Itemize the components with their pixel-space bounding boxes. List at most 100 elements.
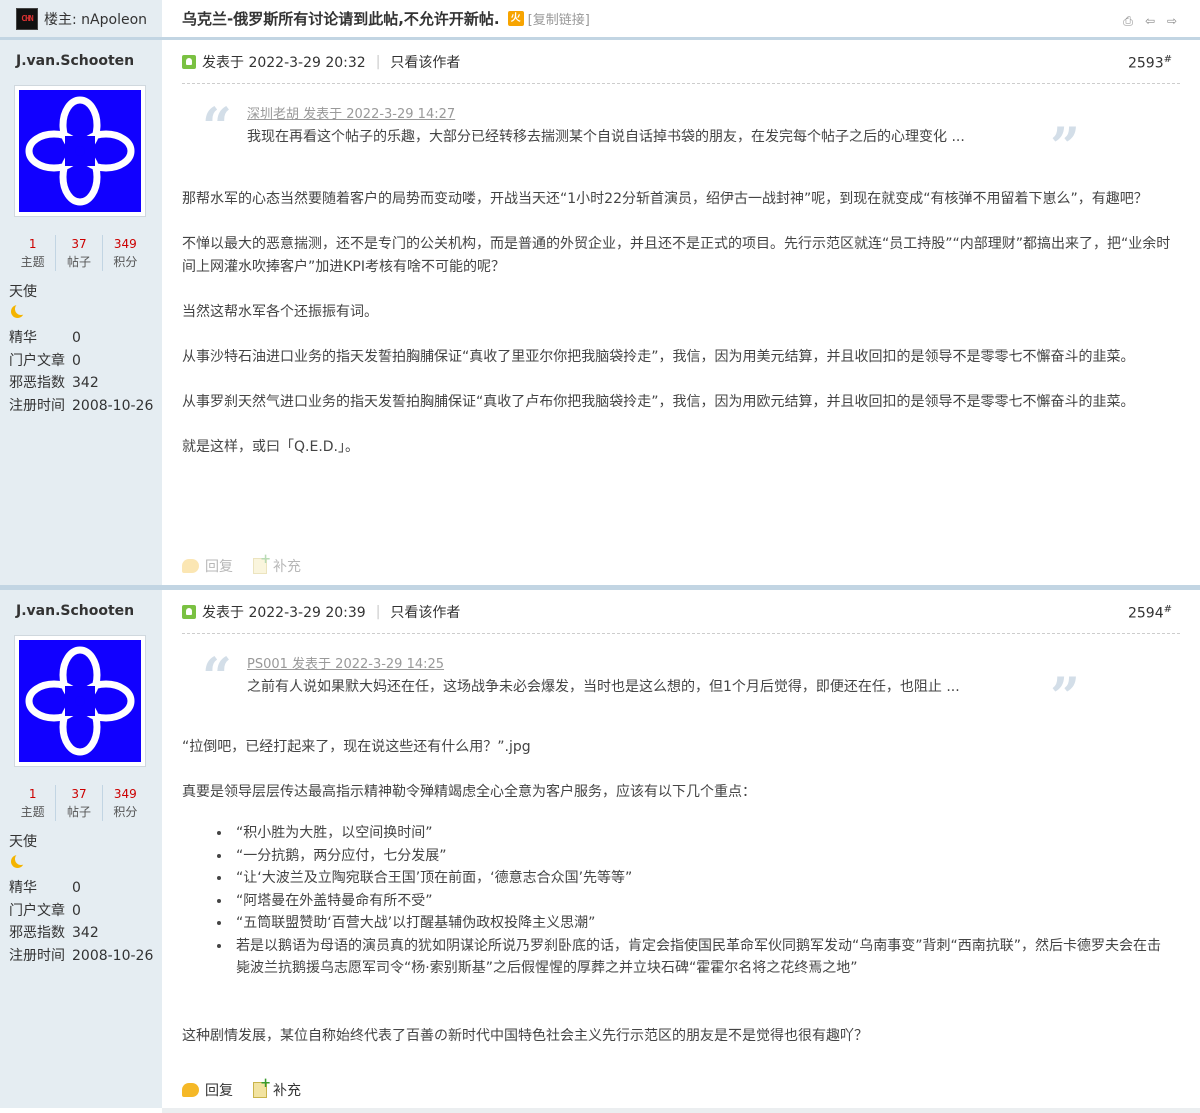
post-paragraph: 就是这样，或曰「Q.E.D.」。: [182, 438, 359, 455]
profile-key: 注册时间: [9, 397, 65, 414]
quote-block: “ PS001 发表于 2022-3-29 14:25 之前有人说如果默大妈还在…: [202, 647, 1180, 724]
profile-row: 邪恶指数 342: [9, 372, 162, 395]
supplement-label: 补充: [273, 1083, 301, 1099]
thread-header: CHN 楼主: nApoleon 乌克兰-俄罗斯所有讨论请到此帖,不允许开新帖.…: [0, 0, 1200, 40]
quote-source-link[interactable]: 深圳老胡 发表于 2022-3-29 14:27: [247, 104, 1180, 126]
quote-text: 之前有人说如果默大妈还在任，这场战争未必会爆发，当时也是这么想的，但1个月后觉得…: [247, 679, 960, 695]
prev-thread-icon[interactable]: ⇦: [1142, 14, 1158, 28]
floor-number[interactable]: 2593#: [1128, 54, 1172, 72]
avatar-frame[interactable]: [14, 85, 146, 217]
reply-label: 回复: [205, 559, 233, 575]
title-tools: ⎙ ⇦ ⇨: [1120, 14, 1180, 28]
post-paragraph: 从事沙特石油进口业务的指天发誓拍胸脯保证“真收了里亚尔你把我脑袋拎走”，我信，因…: [182, 348, 1135, 365]
profile-key: 精华: [9, 880, 37, 896]
profile-value: 0: [72, 880, 81, 896]
supplement-button[interactable]: 补充: [253, 552, 301, 576]
list-item: “五筒联盟赞助‘百营大战’以打醒基辅伪政权投降主义思潮”: [232, 912, 1174, 935]
online-status-icon: [182, 604, 196, 619]
profile-key: 邪恶指数: [9, 375, 65, 391]
post-actions: 回复 补充: [182, 1076, 301, 1100]
hot-badge: 火: [507, 11, 524, 26]
only-author-link[interactable]: 只看该作者: [390, 602, 460, 622]
quote-source-link[interactable]: PS001 发表于 2022-3-29 14:25: [247, 654, 1180, 676]
author-stats: 1 主题 37 帖子 349 积分: [10, 785, 148, 821]
owner-icon-text: CHN: [21, 14, 33, 23]
avatar[interactable]: [19, 640, 141, 762]
reply-icon: [182, 559, 199, 573]
list-item: “让‘大波兰及立陶宛联合王国’顶在前面，‘德意志合众国’先等等”: [232, 867, 1174, 890]
author-name[interactable]: J.van.Schooten: [0, 50, 162, 72]
print-icon[interactable]: ⎙: [1120, 14, 1136, 28]
supplement-icon: [253, 1076, 271, 1098]
profile-key: 门户文章: [9, 352, 65, 369]
supplement-button[interactable]: 补充: [253, 1076, 301, 1100]
stat-points[interactable]: 349 积分: [103, 235, 148, 271]
reply-button[interactable]: 回复: [182, 1080, 233, 1100]
avatar[interactable]: [19, 90, 141, 212]
key-points-list: “积小胜为大胜，以空间换时间” “一分抗鹅，两分应付，七分发展” “让‘大波兰及…: [232, 822, 1174, 980]
post-meta: 发表于 2022-3-29 20:39 | 只看该作者 2594#: [182, 590, 1180, 634]
profile-key: 精华: [9, 330, 37, 346]
stat-points[interactable]: 349 积分: [103, 785, 148, 821]
post-date: 发表于 2022-3-29 20:39: [202, 604, 366, 621]
author-sidebar: J.van.Schooten 1 主题 37 帖子 349 积分 天使 精华 0…: [0, 40, 162, 585]
stat-label: 主题: [20, 255, 45, 269]
profile-value: 2008-10-26: [72, 397, 154, 414]
profile-row: 邪恶指数 342: [9, 922, 162, 945]
author-stats: 1 主题 37 帖子 349 积分: [10, 235, 148, 271]
thread-owner: CHN 楼主: nApoleon: [0, 0, 162, 40]
post-paragraph: “拉倒吧，已经打起来了，现在说这些还有什么用？”.jpg: [182, 739, 531, 755]
profile-row: 注册时间 2008-10-26: [9, 945, 162, 968]
profile-row: 门户文章 0: [9, 900, 162, 923]
post-content: 发表于 2022-3-29 20:32 | 只看该作者 2593# “ 深圳老胡…: [162, 40, 1200, 585]
quote-block: “ 深圳老胡 发表于 2022-3-29 14:27 我现在再看这个帖子的乐趣，…: [202, 97, 1180, 174]
stat-label: 帖子: [66, 255, 91, 269]
stat-num: 349: [113, 787, 137, 801]
only-author-link[interactable]: 只看该作者: [390, 52, 460, 72]
list-item: “一分抗鹅，两分应付，七分发展”: [232, 845, 1174, 868]
close-quote-icon: ”: [1050, 117, 1080, 178]
clover-avatar-icon: [25, 96, 135, 206]
profile-value: 2008-10-26: [72, 947, 154, 964]
next-thread-icon[interactable]: ⇨: [1164, 14, 1180, 28]
reply-label: 回复: [205, 1083, 233, 1099]
stat-posts[interactable]: 37 帖子: [56, 785, 103, 821]
moon-icon: [9, 853, 27, 871]
clover-avatar-icon: [25, 646, 135, 756]
floor-value: 2594: [1127, 605, 1164, 622]
avatar-frame[interactable]: [14, 635, 146, 767]
stat-num: 1: [28, 237, 37, 251]
stat-num: 37: [71, 237, 87, 251]
post-meta: 发表于 2022-3-29 20:32 | 只看该作者 2593#: [182, 40, 1180, 84]
moon-icon: [9, 303, 27, 321]
post-body: 那帮水军的心态当然要随着客户的局势而变动喽，开战当天还“1小时22分斩首演员，绍…: [182, 188, 1180, 458]
post-body: “拉倒吧，已经打起来了，现在说这些还有什么用？”.jpg 真要是领导层层传达最高…: [182, 736, 1180, 1047]
stat-label: 帖子: [66, 805, 91, 819]
stat-num: 1: [28, 787, 37, 801]
stat-posts[interactable]: 37 帖子: [56, 235, 103, 271]
stat-label: 主题: [20, 805, 45, 819]
meta-divider: |: [375, 53, 381, 70]
stat-threads[interactable]: 1 主题: [10, 785, 57, 821]
list-item: “积小胜为大胜，以空间换时间”: [232, 822, 1174, 845]
stat-threads[interactable]: 1 主题: [10, 235, 57, 271]
reply-button[interactable]: 回复: [182, 556, 233, 576]
author-name[interactable]: J.van.Schooten: [0, 600, 162, 622]
post-bottom-border: [162, 1108, 1200, 1113]
open-quote-icon: “: [202, 97, 232, 158]
profile-value: 0: [72, 330, 81, 346]
open-quote-icon: “: [202, 647, 232, 708]
stat-num: 37: [71, 787, 87, 801]
floor-number[interactable]: 2594#: [1128, 604, 1172, 622]
stat-label: 积分: [113, 805, 138, 819]
online-status-icon: [182, 54, 196, 69]
post-paragraph: 真要是领导层层传达最高指示精神勒令殚精竭虑全心全意为客户服务，应该有以下几个重点…: [182, 784, 756, 800]
supplement-icon: [253, 552, 271, 574]
post-2593: J.van.Schooten 1 主题 37 帖子 349 积分 天使 精华 0…: [0, 40, 1200, 585]
copy-link-button[interactable]: [复制链接]: [528, 9, 590, 28]
author-rank: 天使: [9, 834, 37, 850]
profile-value: 0: [72, 902, 81, 919]
thread-title: 乌克兰-俄罗斯所有讨论请到此帖,不允许开新帖.: [182, 10, 500, 28]
post-paragraph: 那帮水军的心态当然要随着客户的局势而变动喽，开战当天还“1小时22分斩首演员，绍…: [182, 191, 1148, 207]
stat-num: 349: [113, 237, 137, 251]
